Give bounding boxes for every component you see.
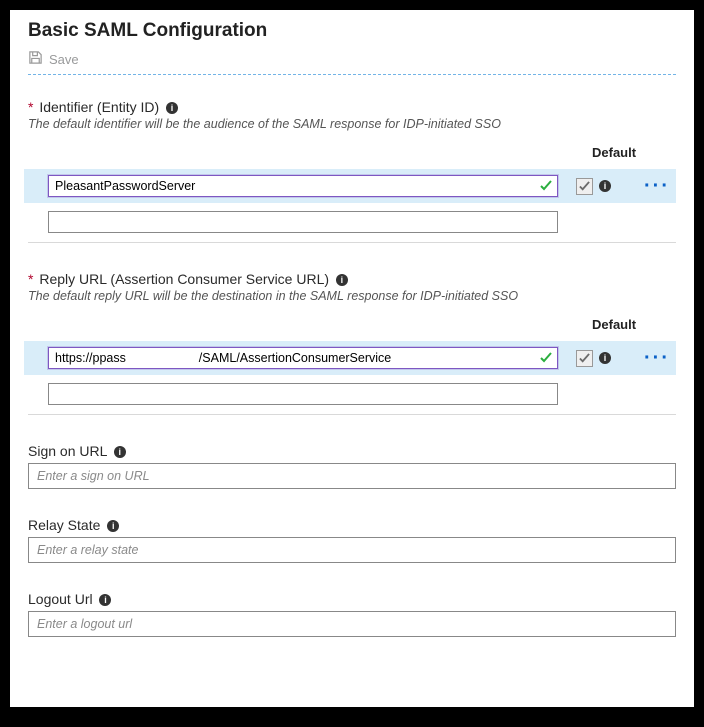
sign-on-url-section: Sign on URL i	[28, 443, 676, 489]
identifier-label: * Identifier (Entity ID) i	[28, 99, 676, 115]
reply-url-input[interactable]	[48, 347, 558, 369]
info-icon[interactable]: i	[336, 274, 348, 286]
identifier-description: The default identifier will be the audie…	[28, 117, 676, 131]
default-checkbox[interactable]	[576, 178, 593, 195]
identifier-row	[28, 208, 676, 236]
reply-url-row: i ···	[24, 341, 676, 375]
separator	[28, 414, 676, 415]
info-icon[interactable]: i	[99, 594, 111, 606]
save-icon	[28, 50, 43, 68]
separator-dashed	[28, 74, 676, 75]
identifier-row: i ···	[24, 169, 676, 203]
identifier-input-empty[interactable]	[48, 211, 558, 233]
info-icon[interactable]: i	[166, 102, 178, 114]
relay-state-input[interactable]	[28, 537, 676, 563]
separator	[28, 242, 676, 243]
save-button[interactable]: Save	[28, 50, 676, 68]
valid-check-icon	[540, 179, 552, 191]
reply-url-row	[28, 380, 676, 408]
info-icon[interactable]: i	[114, 446, 126, 458]
required-marker: *	[28, 271, 33, 287]
row-more-menu[interactable]: ···	[644, 181, 670, 191]
row-more-menu[interactable]: ···	[644, 353, 670, 363]
info-icon[interactable]: i	[107, 520, 119, 532]
info-icon[interactable]: i	[599, 352, 611, 364]
sign-on-url-input[interactable]	[28, 463, 676, 489]
logout-url-section: Logout Url i	[28, 591, 676, 637]
logout-url-label: Logout Url i	[28, 591, 676, 607]
saml-config-panel: Basic SAML Configuration Save * Identifi…	[10, 10, 694, 707]
info-icon[interactable]: i	[599, 180, 611, 192]
reply-url-label: * Reply URL (Assertion Consumer Service …	[28, 271, 676, 287]
save-label: Save	[49, 52, 79, 67]
required-marker: *	[28, 99, 33, 115]
default-checkbox[interactable]	[576, 350, 593, 367]
sign-on-url-label: Sign on URL i	[28, 443, 676, 459]
page-title: Basic SAML Configuration	[28, 20, 676, 42]
valid-check-icon	[540, 351, 552, 363]
default-column-header: Default	[28, 145, 676, 165]
identifier-section: * Identifier (Entity ID) i The default i…	[28, 99, 676, 243]
reply-url-section: * Reply URL (Assertion Consumer Service …	[28, 271, 676, 415]
reply-url-input-empty[interactable]	[48, 383, 558, 405]
identifier-input[interactable]	[48, 175, 558, 197]
relay-state-section: Relay State i	[28, 517, 676, 563]
default-column-header: Default	[28, 317, 676, 337]
reply-url-description: The default reply URL will be the destin…	[28, 289, 676, 303]
logout-url-input[interactable]	[28, 611, 676, 637]
relay-state-label: Relay State i	[28, 517, 676, 533]
